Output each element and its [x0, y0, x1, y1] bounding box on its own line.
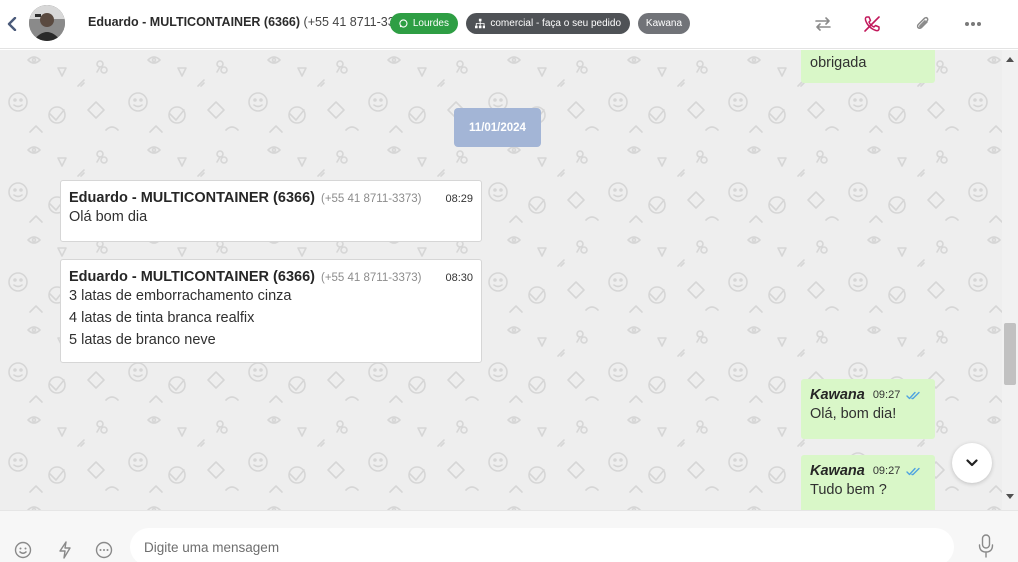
message-text: Tudo bem ? [810, 482, 887, 498]
chat-options-button[interactable] [93, 539, 115, 561]
outgoing-message-partial: obrigada [801, 50, 935, 83]
message-meta: Eduardo - MULTICONTAINER (6366) (+55 41 … [69, 269, 473, 285]
back-button[interactable] [3, 14, 21, 34]
sender-phone: (+55 41 8711-3373) [320, 272, 422, 284]
message-text-line: 3 latas de emborrachamento cinza [69, 288, 292, 304]
message-composer [0, 510, 1018, 562]
contact-name: Eduardo - MULTICONTAINER (6366) (+55 41 … [88, 15, 413, 29]
double-check-icon [906, 467, 921, 476]
tag-agent-label: Kawana [645, 18, 683, 29]
outgoing-message[interactable]: Kawana 09:27 Tudo bem ? [801, 455, 935, 510]
message-text: obrigada [810, 55, 867, 71]
message-time: 09:27 [872, 389, 901, 401]
chat-header: Eduardo - MULTICONTAINER (6366) (+55 41 … [0, 0, 1018, 49]
date-separator-text: 11/01/2024 [469, 121, 526, 134]
message-meta: Kawana 09:27 [810, 387, 926, 403]
message-time: 09:27 [872, 465, 901, 477]
end-call-button[interactable] [860, 12, 884, 36]
message-text-line: 5 latas de branco neve [69, 332, 216, 348]
sitemap-icon [475, 18, 486, 29]
message-text: Olá, bom dia! [810, 406, 897, 422]
date-separator: 11/01/2024 [454, 108, 541, 147]
sender-name: Kawana [810, 463, 865, 479]
message-meta: Kawana 09:27 [810, 463, 926, 479]
more-options-button[interactable] [961, 12, 985, 36]
message-time: 08:29 [445, 193, 473, 205]
attach-icon [916, 16, 929, 30]
end-call-icon [864, 16, 880, 32]
emoji-icon [14, 541, 32, 559]
message-text: Olá bom dia [69, 209, 148, 225]
avatar-image [29, 5, 65, 41]
tag-assignee[interactable]: Lourdes [390, 13, 458, 34]
tag-department-label: comercial - faça o seu pedido [490, 18, 621, 29]
sender-name: Eduardo - MULTICONTAINER (6366) [69, 269, 315, 285]
more-icon [965, 22, 981, 26]
chat-bubble-icon [95, 541, 113, 559]
lightning-icon [59, 541, 71, 559]
incoming-message[interactable]: Eduardo - MULTICONTAINER (6366) (+55 41 … [60, 180, 482, 242]
chat-area[interactable]: obrigada 11/01/2024 Eduardo - MULTICONTA… [0, 50, 1018, 510]
tag-department[interactable]: comercial - faça o seu pedido [466, 13, 630, 34]
chat-scrollbar[interactable] [1002, 50, 1018, 510]
sender-name: Eduardo - MULTICONTAINER (6366) [69, 190, 315, 206]
whatsapp-icon [399, 19, 408, 28]
avatar[interactable] [29, 5, 65, 41]
microphone-icon [978, 534, 994, 558]
message-time: 08:30 [445, 272, 473, 284]
voice-record-button[interactable] [975, 534, 997, 558]
message-input[interactable] [130, 528, 954, 562]
transfer-button[interactable] [811, 12, 835, 36]
double-check-icon [906, 391, 921, 400]
chevron-down-icon [966, 459, 978, 467]
scrollbar-thumb[interactable] [1004, 323, 1016, 385]
message-meta: Eduardo - MULTICONTAINER (6366) (+55 41 … [69, 190, 473, 206]
outgoing-message[interactable]: Kawana 09:27 Olá, bom dia! [801, 379, 935, 439]
scroll-down-arrow-icon[interactable] [1006, 494, 1014, 500]
emoji-button[interactable] [12, 539, 34, 561]
sender-name: Kawana [810, 387, 865, 403]
scroll-up-arrow-icon[interactable] [1006, 56, 1014, 62]
quick-replies-button[interactable] [54, 539, 76, 561]
tag-agent[interactable]: Kawana [638, 13, 690, 34]
sender-phone: (+55 41 8711-3373) [320, 193, 422, 205]
tag-assignee-label: Lourdes [412, 18, 449, 29]
contact-name-text: Eduardo - MULTICONTAINER (6366) [88, 15, 301, 29]
transfer-icon [815, 17, 831, 31]
incoming-message[interactable]: Eduardo - MULTICONTAINER (6366) (+55 41 … [60, 259, 482, 363]
attach-button[interactable] [911, 12, 935, 36]
scroll-to-bottom-button[interactable] [952, 443, 992, 483]
message-text-line: 4 latas de tinta branca realfix [69, 310, 255, 326]
chevron-left-icon [7, 17, 17, 31]
